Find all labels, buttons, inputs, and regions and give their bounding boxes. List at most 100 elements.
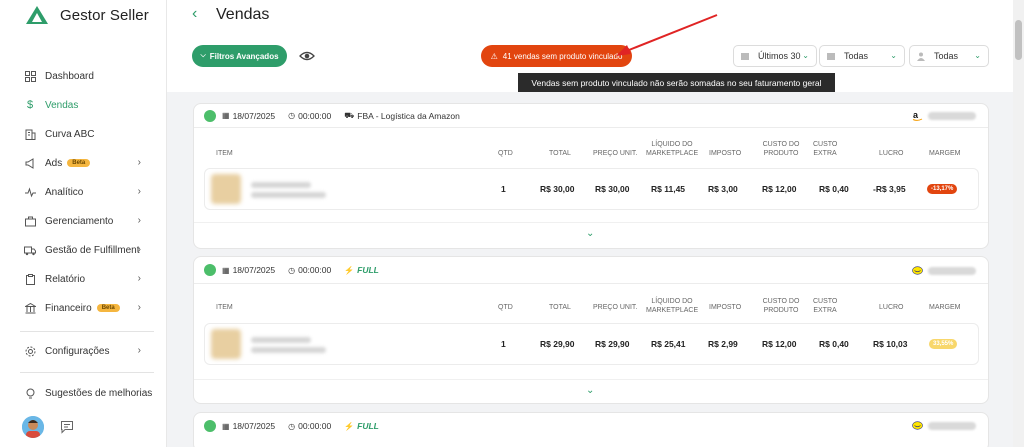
order-date: ▦ 18/07/2025 <box>222 265 276 275</box>
account-select[interactable]: Todas ⌄ <box>909 45 989 67</box>
unlinked-sales-alert-label: 41 vendas sem produto vinculado <box>502 51 623 61</box>
marketplace-store <box>912 420 976 431</box>
cell-total: R$ 30,00 <box>540 184 575 194</box>
product-thumbnail <box>211 329 241 359</box>
cell-liquido: R$ 25,41 <box>651 339 686 349</box>
brand[interactable]: Gestor Seller <box>26 6 149 24</box>
cell-liquido: R$ 11,45 <box>651 184 686 194</box>
eye-icon[interactable] <box>298 48 316 64</box>
period-select-value: Últimos 30 <box>758 51 801 61</box>
scrollbar[interactable] <box>1013 0 1024 447</box>
cell-lucro: R$ 10,03 <box>873 339 908 349</box>
col-qtd: QTD <box>498 304 513 311</box>
divider <box>194 379 988 380</box>
building-icon <box>24 128 36 140</box>
logo-icon <box>26 6 48 24</box>
period-select[interactable]: Últimos 30 ⌄ <box>733 45 817 67</box>
sidebar-item-label: Ads <box>45 157 63 169</box>
col-lucro: LUCRO <box>879 304 904 311</box>
lightbulb-icon <box>24 387 36 399</box>
sidebar-item-label: Financeiro <box>45 302 92 314</box>
expand-chevron-icon[interactable]: ⌄ <box>586 228 594 239</box>
chevron-down-icon: ⌄ <box>890 51 897 60</box>
sidebar-item-label: Sugestões de melhorias <box>45 387 153 399</box>
megaphone-icon <box>24 157 36 169</box>
store-name-redacted <box>928 421 976 430</box>
back-button[interactable]: ‹ <box>192 5 197 23</box>
col-imposto: IMPOSTO <box>709 150 742 157</box>
advanced-filters-label: Filtros Avançados <box>209 51 279 61</box>
order-time: ◷ 00:00:00 <box>288 265 332 275</box>
cell-preco-unit: R$ 29,90 <box>595 339 630 349</box>
chevron-down-icon: ⌵ <box>200 52 206 59</box>
scrollbar-thumb[interactable] <box>1015 20 1022 60</box>
cell-imposto: R$ 3,00 <box>708 184 738 194</box>
sidebar-item-analitico[interactable]: Analítico › <box>24 181 154 203</box>
chat-icon[interactable] <box>60 420 74 434</box>
sidebar-item-curva-abc[interactable]: Curva ABC <box>24 123 154 145</box>
sidebar-item-label: Analítico <box>45 186 84 198</box>
col-liquido: LÍQUIDO DO MARKETPLACE <box>646 141 699 157</box>
sidebar: Gestor Seller Dashboard $ Vendas Curva A… <box>0 0 167 447</box>
table-row[interactable]: 1 R$ 30,00 R$ 30,00 R$ 11,45 R$ 3,00 R$ … <box>204 168 979 210</box>
clock-icon: ◷ <box>288 111 296 120</box>
cell-lucro: -R$ 3,95 <box>873 184 906 194</box>
cell-imposto: R$ 2,99 <box>708 339 738 349</box>
col-custo-produto: CUSTO DO PRODUTO <box>762 141 800 157</box>
sidebar-item-configuracoes[interactable]: Configurações › <box>24 340 154 362</box>
order-card: ▦ 18/07/2025 ◷ 00:00:00 ⛟ FBA - Logístic… <box>193 103 989 249</box>
col-item: ITEM <box>216 150 233 157</box>
truck-icon: ⛟ <box>344 110 355 120</box>
order-card: ▦ 18/07/2025 ◷ 00:00:00 ⚡ FULL ITEM QTD … <box>193 256 989 404</box>
col-item: ITEM <box>216 304 233 311</box>
store-select[interactable]: Todas ⌄ <box>819 45 905 67</box>
expand-chevron-icon[interactable]: ⌄ <box>586 385 594 396</box>
product-sku-redacted <box>251 347 326 353</box>
cell-custo-produto: R$ 12,00 <box>762 184 797 194</box>
store-select-value: Todas <box>844 51 869 61</box>
sidebar-item-dashboard[interactable]: Dashboard <box>24 65 154 87</box>
sidebar-item-gerenciamento[interactable]: Gerenciamento › <box>24 210 154 232</box>
svg-text:a: a <box>913 110 919 120</box>
mercadolivre-icon <box>912 266 923 275</box>
product-title-redacted <box>251 337 311 343</box>
dollar-icon: $ <box>26 99 34 111</box>
col-custo-extra: CUSTO EXTRA <box>813 298 838 314</box>
amazon-icon: a <box>912 110 923 121</box>
sidebar-item-financeiro[interactable]: Financeiro Beta › <box>24 297 154 319</box>
cell-total: R$ 29,90 <box>540 339 575 349</box>
sidebar-divider <box>20 331 154 332</box>
advanced-filters-button[interactable]: ⌵ Filtros Avançados <box>192 45 287 67</box>
sidebar-item-ads[interactable]: Ads Beta › <box>24 152 154 174</box>
sidebar-item-label: Configurações <box>45 345 110 357</box>
truck-icon <box>24 244 36 256</box>
sidebar-item-label: Curva ABC <box>45 128 95 140</box>
col-total: TOTAL <box>549 150 571 157</box>
col-margem: MARGEM <box>929 304 961 311</box>
chevron-right-icon: › <box>137 273 141 284</box>
avatar[interactable] <box>22 416 44 438</box>
calendar-icon: ▦ <box>222 265 230 275</box>
store-name-redacted <box>928 111 976 120</box>
table-row[interactable]: 1 R$ 29,90 R$ 29,90 R$ 25,41 R$ 2,99 R$ … <box>204 323 979 365</box>
col-total: TOTAL <box>549 304 571 311</box>
col-liquido: LÍQUIDO DO MARKETPLACE <box>646 298 699 314</box>
chevron-down-icon: ⌄ <box>802 51 809 60</box>
cell-qtd: 1 <box>501 184 506 194</box>
col-preco-unit: PREÇO UNIT. <box>593 150 638 157</box>
pulse-icon <box>24 186 36 198</box>
sidebar-item-fulfillment[interactable]: Gestão de Fulfillment › <box>24 239 154 261</box>
sidebar-item-vendas[interactable]: $ Vendas <box>24 94 154 116</box>
app-name: Gestor Seller <box>60 6 149 24</box>
sidebar-item-sugestoes[interactable]: Sugestões de melhorias <box>24 382 154 404</box>
chevron-right-icon: › <box>137 186 141 197</box>
mercadolivre-icon <box>912 421 923 430</box>
red-arrow-annotation <box>616 14 718 56</box>
unlinked-sales-tooltip: Vendas sem produto vinculado não serão s… <box>518 73 835 92</box>
order-shipping: ⛟ FBA - Logística da Amazon <box>344 110 460 121</box>
sidebar-item-relatorio[interactable]: Relatório › <box>24 268 154 290</box>
col-custo-extra: CUSTO EXTRA <box>813 141 838 157</box>
col-imposto: IMPOSTO <box>709 304 742 311</box>
order-date: ▦ 18/07/2025 <box>222 421 276 431</box>
order-card: ▦ 18/07/2025 ◷ 00:00:00 ⚡ FULL <box>193 412 989 447</box>
